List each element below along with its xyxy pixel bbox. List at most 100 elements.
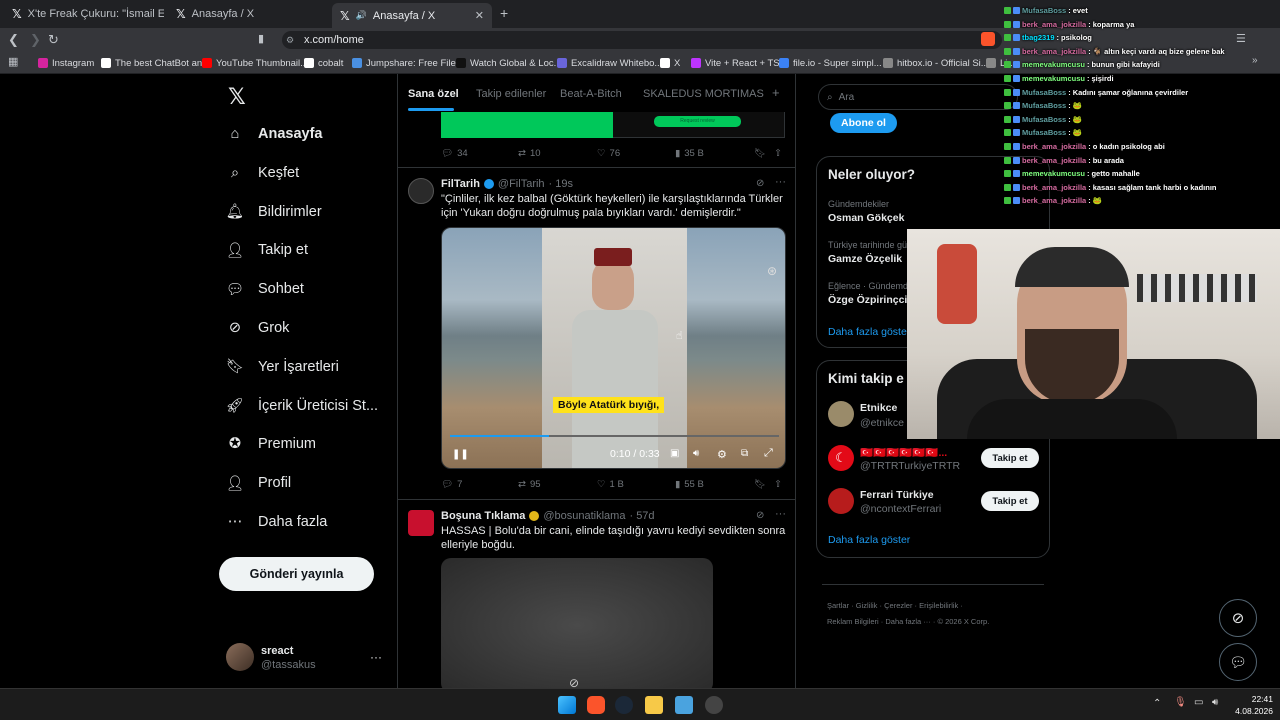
x-logo-icon[interactable]: 𝕏: [228, 84, 246, 110]
clock-time[interactable]: 22:41: [1233, 694, 1273, 704]
file-explorer-icon[interactable]: [645, 696, 663, 714]
follow-show-more[interactable]: Daha fazla göster: [828, 534, 910, 546]
sidebar-item-verified[interactable]: ✪ Premium: [226, 430, 316, 458]
sidebar-item-person[interactable]: 👤︎ Profil: [226, 469, 291, 497]
bookmark-item[interactable]: X: [660, 55, 680, 71]
trends-show-more[interactable]: Daha fazla göster: [828, 326, 910, 338]
back-icon[interactable]: ❮: [8, 32, 19, 48]
captions-icon[interactable]: ▣: [670, 448, 679, 459]
author-handle[interactable]: @FilTarih: [498, 178, 545, 190]
avatar[interactable]: [226, 643, 254, 671]
grok-icon[interactable]: ⊘: [756, 510, 764, 521]
bookmark-item[interactable]: Instagram: [38, 55, 94, 71]
windows-start-icon[interactable]: [558, 696, 576, 714]
tab-list[interactable]: Beat-A-Bitch: [560, 88, 622, 100]
avatar[interactable]: [828, 401, 854, 427]
follow-button[interactable]: Takip et: [981, 491, 1039, 511]
tweet-time[interactable]: · 19s: [549, 178, 573, 190]
sidebar-item-search[interactable]: ⌕ Keşfet: [226, 159, 299, 187]
sidebar-item-grok[interactable]: ⊘ Grok: [226, 314, 290, 342]
follow-name[interactable]: Ferrari Türkiye: [860, 489, 934, 501]
trend-name[interactable]: Özge Özpirinçci: [828, 294, 907, 306]
app-icon[interactable]: [705, 696, 723, 714]
browser-tab-active[interactable]: 𝕏 🔊 Anasayfa / X ✕: [332, 3, 492, 28]
messages-float-button[interactable]: 💬︎: [1219, 643, 1257, 681]
tab-following[interactable]: Takip edilenler: [476, 88, 546, 100]
menu-icon[interactable]: ☰: [1236, 32, 1246, 45]
video-player[interactable]: ⊛ Böyle Atatürk bıyığı, ❚❚ 0:10 / 0:33 ▣…: [441, 227, 786, 469]
apps-grid-icon[interactable]: ▦: [8, 55, 18, 68]
footer-link[interactable]: Çerezler: [884, 601, 912, 610]
bookmark-item[interactable]: The best ChatBot an...: [101, 55, 210, 71]
footer-link[interactable]: Şartlar: [827, 601, 849, 610]
fullscreen-icon[interactable]: ⤢: [764, 447, 773, 460]
bookmark-item[interactable]: file.io - Super simpl...: [779, 55, 882, 71]
reply-button[interactable]: 💬︎ 7: [441, 479, 462, 490]
account-more-icon[interactable]: ···: [370, 650, 382, 664]
avatar[interactable]: [408, 510, 434, 536]
views-button[interactable]: ▮ 55 B: [675, 479, 704, 490]
post-button[interactable]: Gönderi yayınla: [219, 557, 374, 591]
search-box[interactable]: ⌕ Ara: [818, 84, 1018, 110]
browser-tab[interactable]: 𝕏 Anasayfa / X: [168, 2, 328, 26]
bookmark-item[interactable]: Jumpshare: Free File...: [352, 55, 464, 71]
clock-date[interactable]: 4.08.2026: [1222, 706, 1273, 716]
add-tab-icon[interactable]: +: [772, 85, 780, 100]
close-tab-icon[interactable]: ✕: [475, 9, 484, 22]
pip-icon[interactable]: ⧉: [741, 448, 748, 459]
ad-button[interactable]: Request review: [654, 116, 741, 127]
sidebar-item-bell[interactable]: 🔔︎ Bildirimler: [226, 198, 322, 226]
avatar[interactable]: [408, 178, 434, 204]
volume-icon[interactable]: 🔊︎: [1212, 697, 1218, 708]
footer-link[interactable]: Daha fazla ···: [885, 617, 930, 626]
settings-icon[interactable]: ⚙: [717, 448, 727, 461]
author-name[interactable]: FilTarih: [441, 178, 480, 190]
bookmark-page-icon[interactable]: ▮: [258, 32, 264, 45]
follow-name[interactable]: 🇹🇷🇹🇷🇹🇷🇹🇷🇹🇷🇹🇷...: [860, 446, 965, 459]
sidebar-item-home[interactable]: ⌂ Anasayfa: [226, 120, 323, 148]
sensitive-media[interactable]: ⊘: [441, 558, 713, 688]
bookmark-item[interactable]: Excalidraw Whitebo...: [557, 55, 662, 71]
subscribe-button[interactable]: Abone ol: [830, 113, 897, 133]
tab-for-you[interactable]: Sana özel: [408, 88, 459, 100]
bookmark-item[interactable]: Watch Global & Loc...: [456, 55, 562, 71]
author-handle[interactable]: @bosunatiklama: [543, 510, 625, 522]
sidebar-item-add-user[interactable]: 👤︎ Takip et: [226, 236, 308, 264]
more-bookmarks-icon[interactable]: »: [1252, 55, 1258, 66]
sidebar-item-more-circle[interactable]: ⋯ Daha fazla: [226, 508, 328, 536]
footer-link[interactable]: Gizlilik: [856, 601, 878, 610]
bookmark-item[interactable]: cobalt: [304, 55, 343, 71]
browser-tab[interactable]: 𝕏 X'te Freak Çukuru: "İsmail Emre, Sule: [4, 2, 164, 26]
brave-browser-icon[interactable]: [587, 696, 605, 714]
trend-name[interactable]: Gamze Özçelik: [828, 253, 902, 265]
brave-shield-icon[interactable]: [981, 32, 995, 46]
tab-list[interactable]: SKALEDUS MORTIMAS: [643, 88, 764, 100]
bookmark-item[interactable]: Vite + React + TS: [691, 55, 780, 71]
footer-link[interactable]: Reklam Bilgileri: [827, 617, 879, 626]
retweet-button[interactable]: ⇄ 95: [518, 479, 541, 490]
reload-icon[interactable]: ↻: [48, 32, 59, 48]
sidebar-item-chat[interactable]: 💬︎ Sohbet: [226, 275, 304, 303]
steam-icon[interactable]: [615, 696, 633, 714]
store-icon[interactable]: [675, 696, 693, 714]
microphone-icon[interactable]: 🎙︎: [1174, 697, 1187, 708]
like-button[interactable]: ♡ 76: [597, 148, 620, 159]
grok-icon[interactable]: ⊘: [756, 178, 764, 189]
more-icon[interactable]: ···: [775, 508, 786, 520]
author-name[interactable]: Boşuna Tıklama: [441, 510, 525, 522]
bookmark-button[interactable]: 🔖︎: [754, 148, 766, 159]
tweet-time[interactable]: · 57d: [629, 510, 654, 522]
share-button[interactable]: ⇧: [774, 148, 782, 159]
volume-icon[interactable]: 🔊︎: [693, 448, 699, 459]
bookmark-item[interactable]: YouTube Thumbnail...: [202, 55, 308, 71]
url-field[interactable]: x.com/home: [282, 31, 1002, 49]
views-button[interactable]: ▮ 35 B: [675, 148, 704, 159]
avatar[interactable]: [828, 488, 854, 514]
trend-name[interactable]: Osman Gökçek: [828, 212, 904, 224]
new-tab-icon[interactable]: +: [500, 5, 508, 21]
forward-icon[interactable]: ❯: [30, 32, 41, 48]
follow-name[interactable]: Etnikce: [860, 402, 897, 414]
follow-button[interactable]: Takip et: [981, 448, 1039, 468]
sidebar-item-bookmark[interactable]: 🔖︎ Yer İşaretleri: [226, 353, 339, 381]
more-icon[interactable]: ···: [775, 176, 786, 188]
